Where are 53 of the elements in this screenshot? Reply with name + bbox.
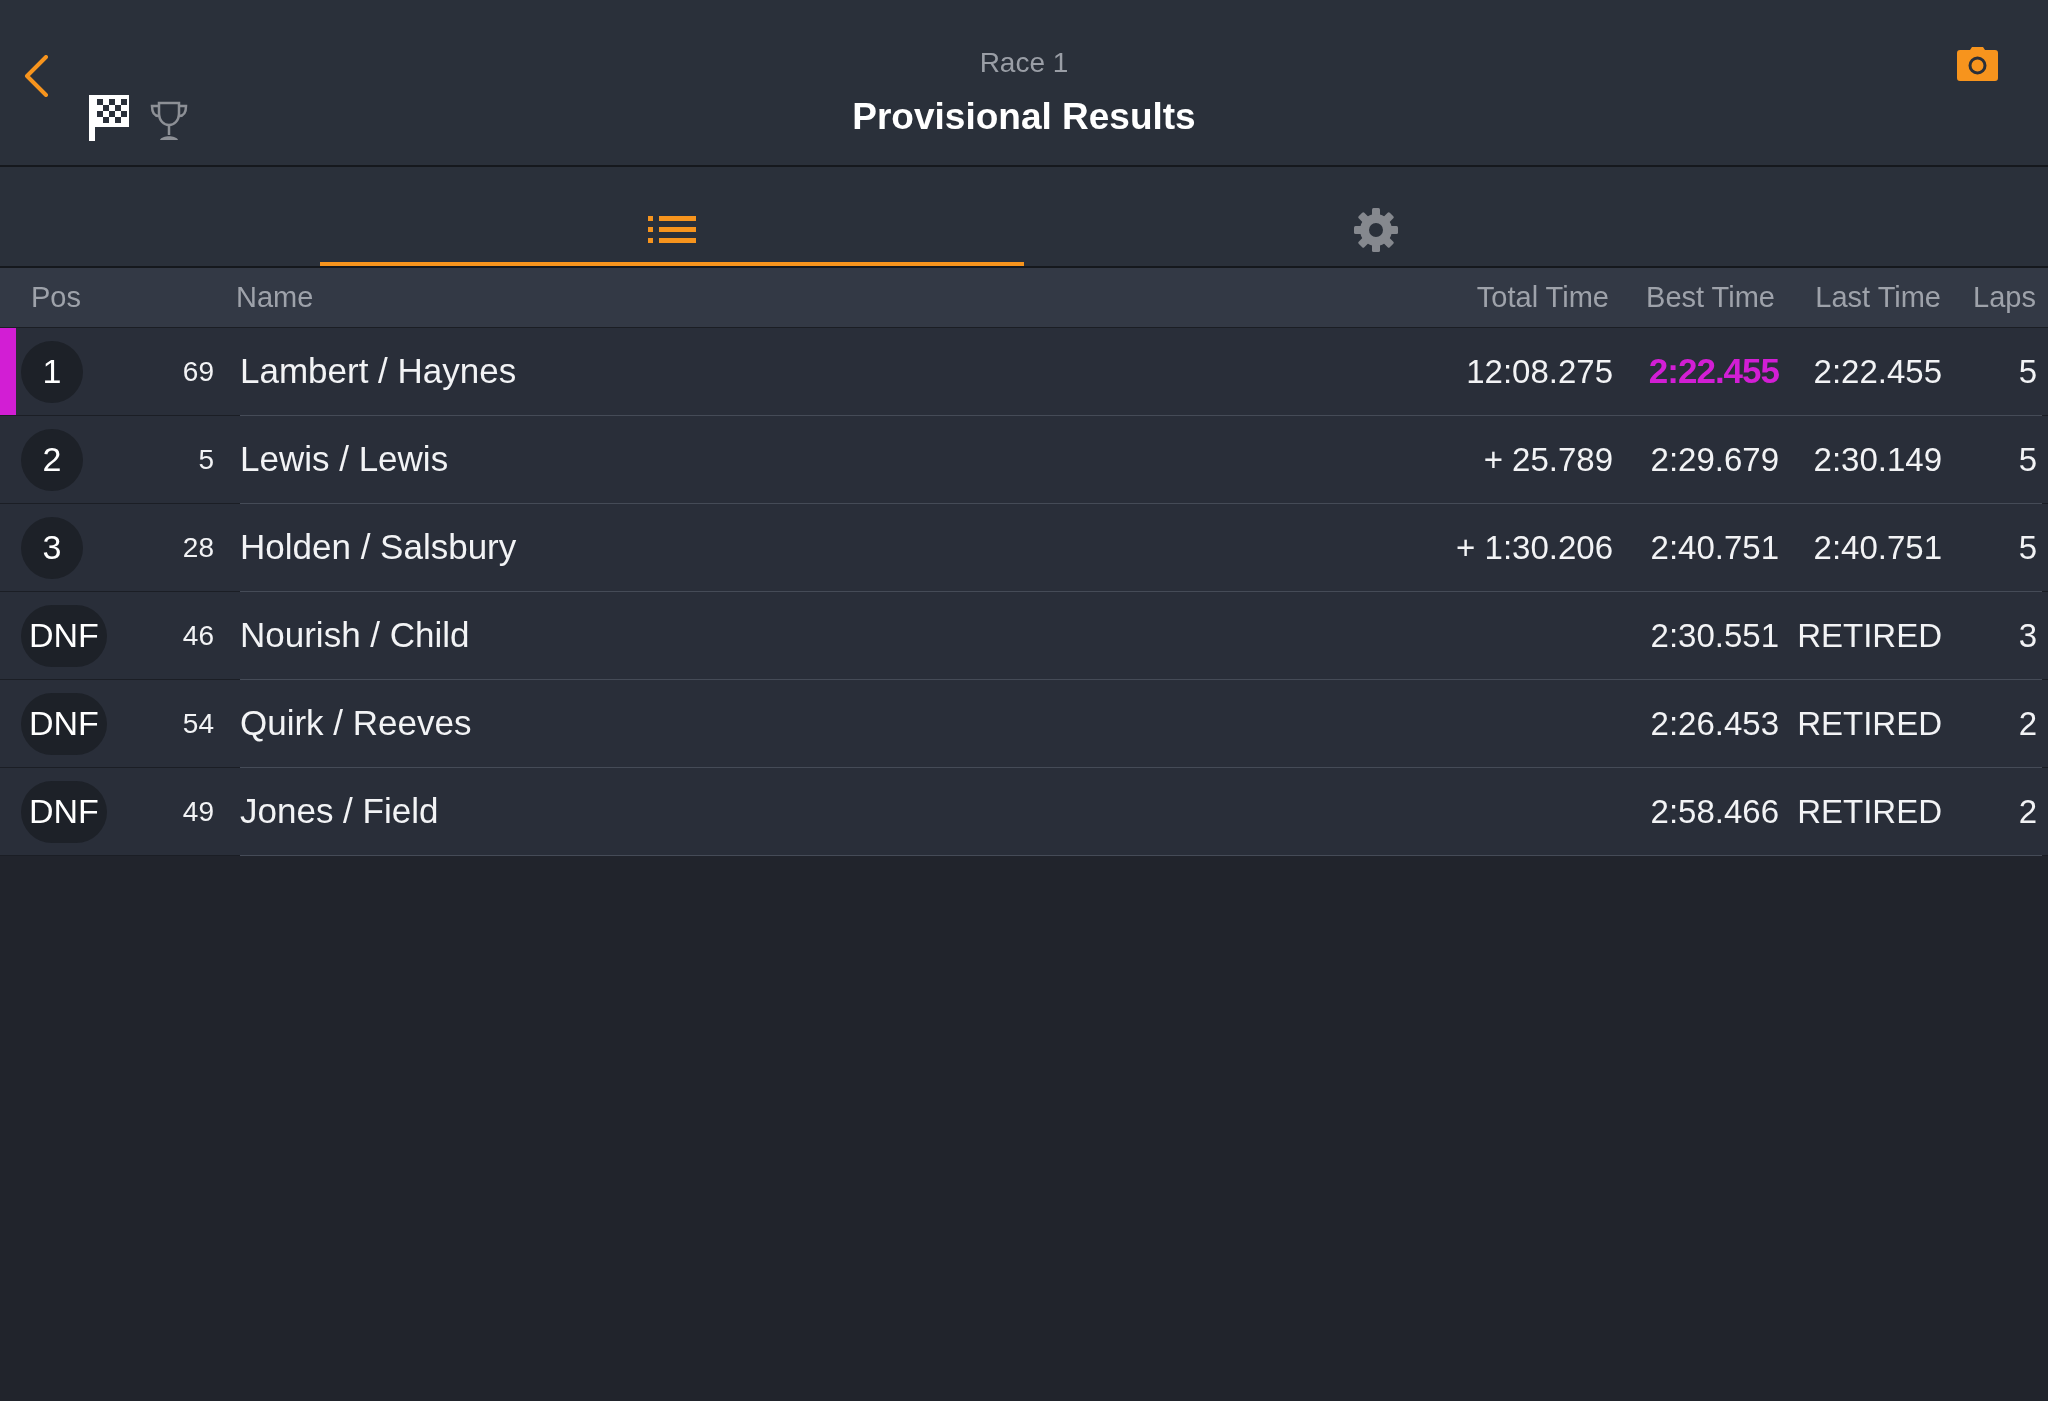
- position-badge: 2: [21, 428, 83, 491]
- driver-names: Nourish / Child: [240, 614, 470, 657]
- column-header: Total Time: [1476, 279, 1609, 315]
- best-time: 2:29.679: [1650, 439, 1779, 480]
- column-header: Laps: [1973, 279, 2036, 315]
- lap-count: 3: [2018, 615, 2037, 656]
- race-subtitle: Race 1: [979, 46, 1069, 80]
- column-header: Best Time: [1646, 279, 1775, 315]
- last-time: RETIRED: [1797, 791, 1942, 832]
- best-time: 2:22.455: [1648, 350, 1779, 393]
- lap-count: 5: [2018, 527, 2037, 568]
- trophy-icon[interactable]: [149, 101, 189, 141]
- page-title: Provisional Results: [852, 95, 1196, 139]
- position-badge: DNF: [21, 692, 107, 755]
- car-number: 28: [182, 530, 214, 565]
- column-header: Pos: [31, 279, 81, 315]
- lap-count: 2: [2018, 791, 2037, 832]
- total-time: + 25.789: [1483, 439, 1613, 480]
- driver-names: Lewis / Lewis: [240, 438, 449, 481]
- column-header: Last Time: [1815, 279, 1941, 315]
- car-number: 5: [198, 442, 214, 477]
- driver-names: Lambert / Haynes: [240, 350, 517, 393]
- driver-names: Holden / Salsbury: [240, 526, 517, 569]
- best-time: 2:58.466: [1650, 791, 1779, 832]
- list-icon: [648, 216, 696, 243]
- driver-names: Quirk / Reeves: [240, 702, 472, 745]
- driver-names: Jones / Field: [240, 790, 439, 833]
- back-icon[interactable]: [24, 55, 49, 97]
- best-time: 2:30.551: [1650, 615, 1779, 656]
- last-time: 2:30.149: [1813, 439, 1942, 480]
- settings-icon: [1354, 207, 1398, 252]
- lap-count: 5: [2018, 439, 2037, 480]
- car-number: 69: [182, 354, 214, 389]
- position-badge: DNF: [21, 780, 107, 843]
- position-badge: 1: [21, 340, 83, 403]
- best-time: 2:26.453: [1650, 703, 1779, 744]
- camera-icon[interactable]: [1957, 46, 1998, 81]
- car-number: 54: [182, 706, 214, 741]
- car-number: 46: [182, 618, 214, 653]
- last-time: RETIRED: [1797, 703, 1942, 744]
- column-header: Name: [236, 279, 314, 315]
- total-time: 12:08.275: [1466, 351, 1613, 392]
- position-badge: 3: [21, 516, 83, 579]
- last-time: 2:22.455: [1813, 351, 1942, 392]
- last-time: 2:40.751: [1813, 527, 1942, 568]
- total-time: + 1:30.206: [1456, 527, 1613, 568]
- checkered-flag-icon[interactable]: [89, 95, 129, 141]
- lap-count: 2: [2018, 703, 2037, 744]
- best-time: 2:40.751: [1650, 527, 1779, 568]
- car-number: 49: [182, 794, 214, 829]
- lap-count: 5: [2018, 351, 2037, 392]
- last-time: RETIRED: [1797, 615, 1942, 656]
- position-badge: DNF: [21, 604, 107, 667]
